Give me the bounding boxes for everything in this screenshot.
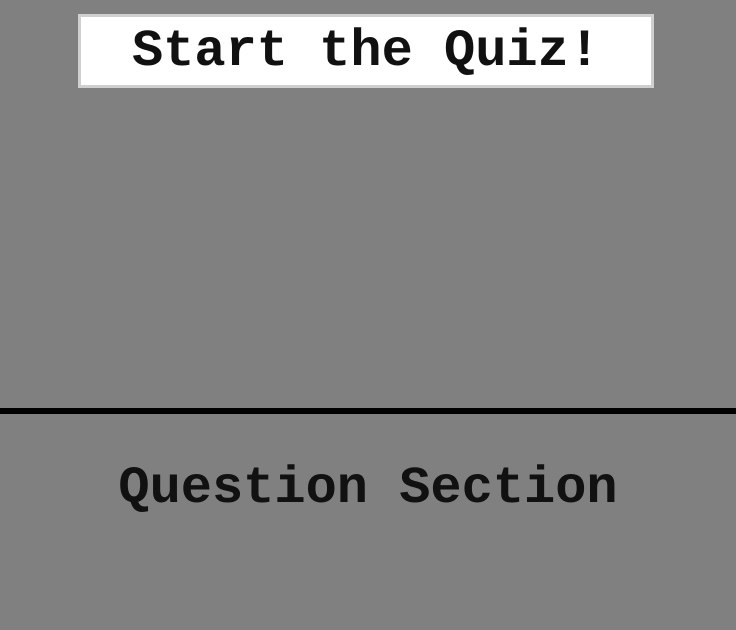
start-quiz-button[interactable]: Start the Quiz! <box>78 14 654 88</box>
question-section-heading: Question Section <box>118 458 618 518</box>
section-divider <box>0 408 736 414</box>
